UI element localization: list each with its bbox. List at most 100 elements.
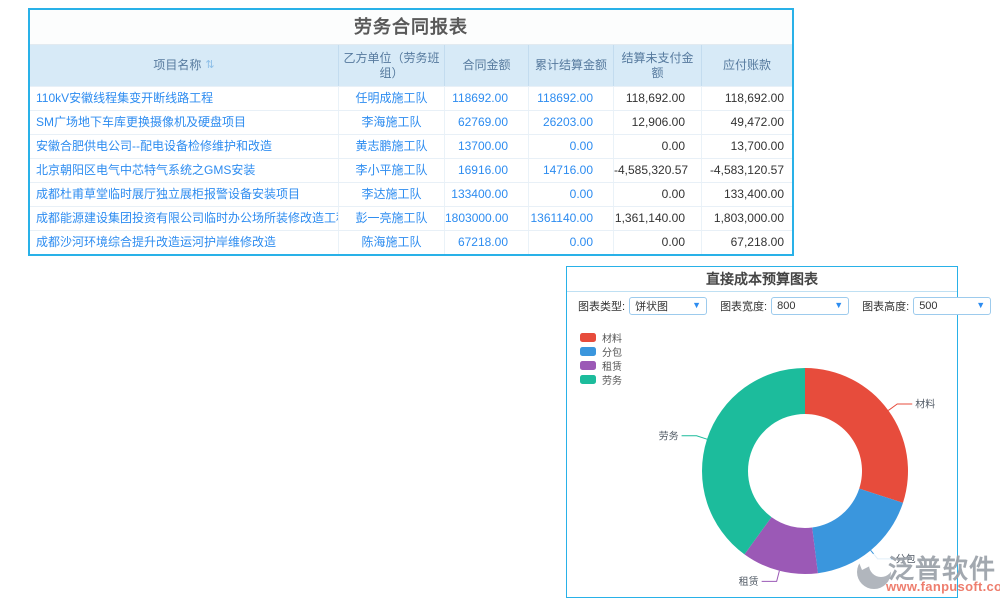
cell-settled: 0.00 [529,231,614,254]
select-value: 500 [919,300,937,312]
labor-contract-report-panel: 劳务合同报表 项目名称 ⇅ 乙方单位（劳务班组） 合同金额 累计结算金额结算未支付金额 应… [28,8,794,256]
cell-settled: 26203.00 [529,111,614,134]
table-row[interactable]: 110kV安徽线程集变开断线路工程任明成施工队118692.00118692.0… [30,86,792,110]
cell-team: 李小平施工队 [339,159,445,182]
legend-swatch [580,361,596,370]
control-select-2[interactable]: 500 ▼ [913,297,991,315]
control-label-2: 图表高度: [862,298,909,314]
cell-project[interactable]: 安徽合肥供电公司--配电设备检修维护和改造 [30,135,339,158]
control-group-2: 图表高度: 500 ▼ [862,297,991,315]
cell-settled: 14716.00 [529,159,614,182]
select-value: 饼状图 [635,298,668,314]
column-header-label: 应付账款 [723,58,771,73]
legend-item-0[interactable]: 材料 [580,330,622,344]
cell-team: 彭一亮施工队 [339,207,445,230]
cell-team: 黄志鹏施工队 [339,135,445,158]
legend-swatch [580,375,596,384]
pie-label: 劳务 [659,429,679,442]
cell-payable: 1,803,000.00 [702,207,792,230]
control-group-0: 图表类型: 饼状图 ▼ [578,297,707,315]
cell-unpaid: 0.00 [614,135,702,158]
cell-payable: 67,218.00 [702,231,792,254]
cell-project[interactable]: 成都能源建设集团投资有限公司临时办公场所装修改造工程EPC [30,207,339,230]
chart-title: 直接成本预算图表 [567,267,957,292]
control-group-1: 图表宽度: 800 ▼ [720,297,849,315]
pie-slice-材料[interactable] [805,368,908,503]
legend-label: 劳务 [602,372,622,387]
chevron-down-icon: ▼ [834,301,843,310]
legend-item-2[interactable]: 租赁 [580,358,622,372]
legend-label: 租赁 [602,358,622,373]
cell-contract_amount: 67218.00 [445,231,529,254]
cell-project[interactable]: SM广场地下车库更换摄像机及硬盘项目 [30,111,339,134]
column-header-label: 结算未支付金额 [618,51,697,81]
cell-team: 任明成施工队 [339,87,445,110]
cell-contract_amount: 133400.00 [445,183,529,206]
chevron-down-icon: ▼ [976,301,985,310]
cell-contract_amount: 16916.00 [445,159,529,182]
vendor-watermark: 泛普软件 www.fanpusoft.com [854,547,1000,599]
legend-swatch [580,347,596,356]
table-row[interactable]: 成都杜甫草堂临时展厅独立展柜报警设备安装项目李达施工队133400.000.00… [30,182,792,206]
cell-payable: -4,583,120.57 [702,159,792,182]
cell-settled: 118692.00 [529,87,614,110]
pie-label-line [888,404,912,410]
control-label-0: 图表类型: [578,298,625,314]
cell-contract_amount: 118692.00 [445,87,529,110]
cell-settled: 0.00 [529,135,614,158]
legend-swatch [580,333,596,342]
cell-project[interactable]: 110kV安徽线程集变开断线路工程 [30,87,339,110]
chevron-down-icon: ▼ [692,301,701,310]
cell-unpaid: 12,906.00 [614,111,702,134]
cell-unpaid: 0.00 [614,183,702,206]
legend-item-3[interactable]: 劳务 [580,372,622,386]
column-header-contract_amount[interactable]: 合同金额 [445,45,529,86]
column-header-payable[interactable]: 应付账款 [702,45,792,86]
pie-label: 租赁 [739,575,759,588]
table-row[interactable]: 成都能源建设集团投资有限公司临时办公场所装修改造工程EPC彭一亮施工队18030… [30,206,792,230]
page: 劳务合同报表 项目名称 ⇅ 乙方单位（劳务班组） 合同金额 累计结算金额结算未支付金额 应… [0,0,1000,600]
column-header-label: 合同金额 [462,58,510,73]
cell-contract_amount: 1803000.00 [445,207,529,230]
cell-unpaid: 118,692.00 [614,87,702,110]
table-row[interactable]: 北京朝阳区电气中芯特气系统之GMS安装李小平施工队16916.0014716.0… [30,158,792,182]
cell-unpaid: -4,585,320.57 [614,159,702,182]
column-header-label: 项目名称 [153,58,201,73]
control-select-0[interactable]: 饼状图 ▼ [629,297,707,315]
cell-team: 陈海施工队 [339,231,445,254]
cell-unpaid: 1,361,140.00 [614,207,702,230]
cell-unpaid: 0.00 [614,231,702,254]
table-row[interactable]: 安徽合肥供电公司--配电设备检修维护和改造黄志鹏施工队13700.000.000… [30,134,792,158]
column-header-team[interactable]: 乙方单位（劳务班组） [339,45,445,86]
legend-item-1[interactable]: 分包 [580,344,622,358]
column-header-unpaid[interactable]: 结算未支付金额 [614,45,702,86]
cell-team: 李达施工队 [339,183,445,206]
cell-contract_amount: 13700.00 [445,135,529,158]
control-label-1: 图表宽度: [720,298,767,314]
cell-project[interactable]: 成都杜甫草堂临时展厅独立展柜报警设备安装项目 [30,183,339,206]
cell-project[interactable]: 成都沙河环境综合提升改造运河护岸维修改造 [30,231,339,254]
cell-payable: 118,692.00 [702,87,792,110]
cell-project[interactable]: 北京朝阳区电气中芯特气系统之GMS安装 [30,159,339,182]
cell-team: 李海施工队 [339,111,445,134]
watermark-url-link[interactable]: www.fanpusoft.com [886,579,1000,594]
chart-legend: 材料分包租赁劳务 [580,330,622,386]
control-select-1[interactable]: 800 ▼ [771,297,849,315]
report-title: 劳务合同报表 [30,10,792,45]
pie-label-line [762,571,780,582]
table-row[interactable]: SM广场地下车库更换摄像机及硬盘项目李海施工队62769.0026203.001… [30,110,792,134]
pie-label: 材料 [915,397,935,410]
table-body: 110kV安徽线程集变开断线路工程任明成施工队118692.00118692.0… [30,86,792,254]
sort-icon[interactable]: ⇅ [205,58,214,73]
cell-payable: 49,472.00 [702,111,792,134]
table-row[interactable]: 成都沙河环境综合提升改造运河护岸维修改造陈海施工队67218.000.000.0… [30,230,792,254]
legend-label: 分包 [602,344,622,359]
select-value: 800 [777,300,795,312]
table-header-row: 项目名称 ⇅ 乙方单位（劳务班组） 合同金额 累计结算金额结算未支付金额 应付账款 [30,45,792,86]
cell-payable: 133,400.00 [702,183,792,206]
cell-settled: 0.00 [529,183,614,206]
chart-controls: 图表类型:饼状图▼图表宽度:800▼图表高度:500▼ [567,292,957,319]
pie-label-line [682,436,707,439]
column-header-settled[interactable]: 累计结算金额 [529,45,614,86]
column-header-project[interactable]: 项目名称 ⇅ [30,45,339,86]
